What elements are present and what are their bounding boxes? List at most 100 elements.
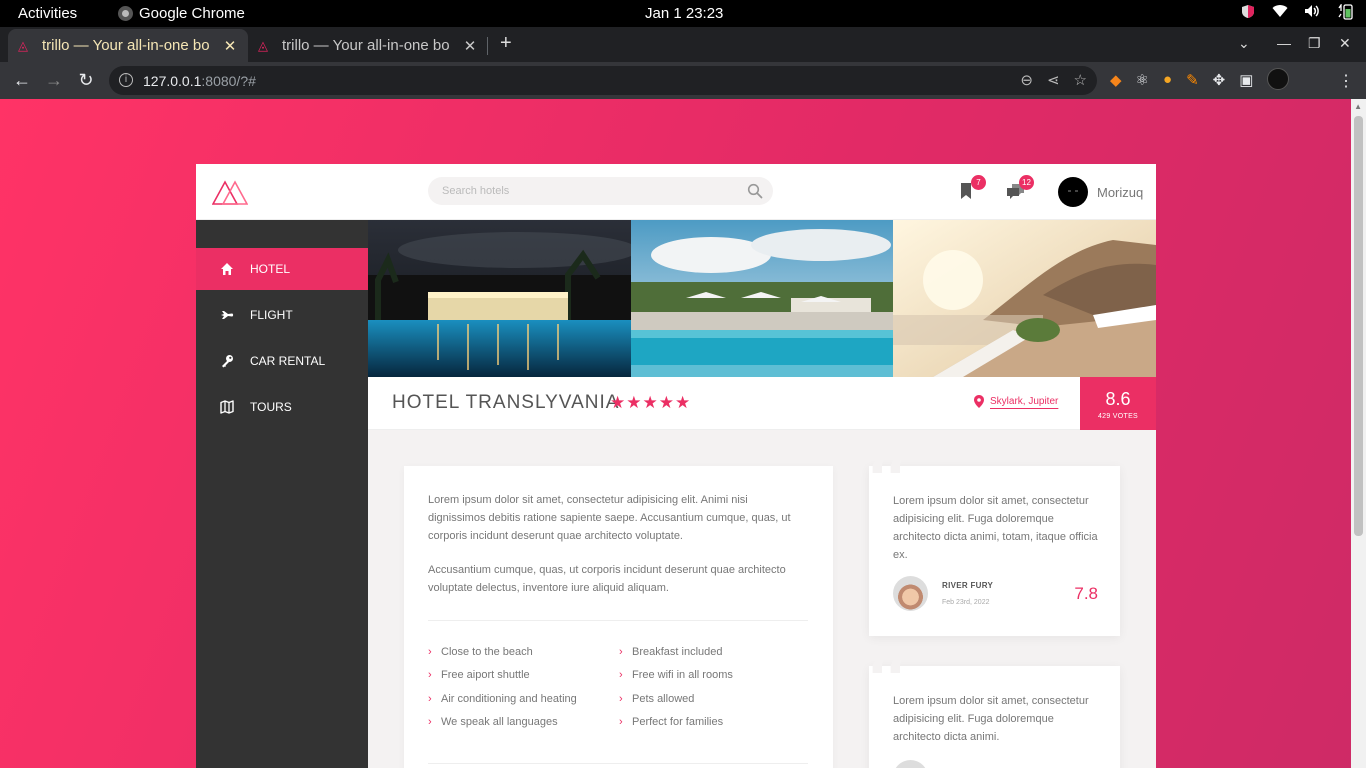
back-icon[interactable]: ←	[11, 69, 33, 91]
browser-tab-2[interactable]: ◬ trillo — Your all-in-one bo ✕	[248, 29, 488, 62]
rating-count: 429 VOTES	[1097, 413, 1139, 420]
power-menu-icon	[1336, 2, 1353, 20]
feature-label: We speak all languages	[441, 716, 558, 728]
kebab-menu-icon[interactable]: ⋮	[1338, 71, 1354, 91]
sidebar-item-car-rental[interactable]: CAR RENTAL	[196, 340, 368, 382]
os-top-bar: Activities Google Chrome Jan 1 23:23	[0, 0, 1366, 27]
address-bar-actions: ⊖ ⋖ ☆	[1020, 71, 1087, 89]
divider	[428, 620, 808, 621]
chevron-right-icon: ›	[428, 646, 432, 658]
search-icon[interactable]	[747, 183, 763, 199]
scroll-up-arrow-icon[interactable]: ▲	[1354, 102, 1362, 111]
share-icon[interactable]: ⋖	[1047, 71, 1060, 89]
chrome-icon	[118, 6, 133, 21]
reviewer-photo	[893, 760, 928, 768]
messages-button[interactable]: 12	[1006, 175, 1034, 202]
sidebar-item-flight[interactable]: FLIGHT	[196, 294, 368, 336]
chevron-right-icon: ›	[428, 693, 432, 705]
forward-icon[interactable]: →	[43, 69, 65, 91]
feature-item: › Breakfast included	[619, 646, 723, 658]
react-devtools-icon[interactable]: ⚛	[1136, 71, 1149, 90]
review-card: “ Lorem ipsum dolor sit amet, consectetu…	[865, 642, 1120, 768]
close-tab-icon[interactable]: ✕	[222, 37, 238, 55]
new-tab-icon[interactable]: +	[500, 33, 512, 53]
chevron-right-icon: ›	[619, 669, 623, 681]
browser-tab-1[interactable]: ◬ trillo — Your all-in-one bo ✕	[8, 29, 248, 62]
tab-title: trillo — Your all-in-one bo	[282, 37, 450, 54]
extension-icon[interactable]: ●	[1163, 71, 1172, 90]
shield-icon	[1240, 4, 1256, 20]
review-date: Feb 23rd, 2022	[942, 599, 990, 606]
review-rating: 7.8	[1074, 583, 1098, 603]
search-input[interactable]	[442, 182, 732, 200]
chevron-right-icon: ›	[428, 669, 432, 681]
zoom-icon[interactable]: ⊖	[1020, 71, 1033, 89]
user-name: Morizuq	[1097, 184, 1144, 200]
gallery-photo-night-pool[interactable]	[368, 220, 631, 377]
sidebar-item-hotel[interactable]: HOTEL	[196, 248, 368, 290]
address-bar[interactable]: i 127.0.0.1:8080/?# ⊖ ⋖ ☆	[109, 66, 1097, 95]
overall-rating-badge: 8.6 429 VOTES	[1080, 377, 1156, 430]
reload-icon[interactable]: ↻	[75, 69, 97, 91]
hotel-gallery	[368, 220, 1157, 377]
scrollbar-thumb[interactable]	[1354, 116, 1363, 536]
close-tab-icon[interactable]: ✕	[462, 37, 478, 55]
map-icon	[220, 400, 234, 414]
reviewer-info: River Fury Feb 23rd, 2022	[942, 581, 1074, 606]
location-link[interactable]: Skylark, Jupiter	[990, 396, 1058, 407]
feature-label: Air conditioning and heating	[441, 693, 577, 705]
clock[interactable]: Jan 1 23:23	[645, 5, 723, 22]
maximize-icon[interactable]: ❐	[1308, 35, 1321, 52]
active-app-name: Google Chrome	[139, 5, 245, 22]
tab-search-chevron-icon[interactable]: ⌄	[1238, 35, 1250, 52]
review-text: Lorem ipsum dolor sit amet, consectetur …	[893, 495, 1098, 561]
tab-title: trillo — Your all-in-one bo	[42, 37, 210, 54]
minimize-icon[interactable]: —	[1277, 35, 1291, 51]
metamask-icon[interactable]: ◆	[1110, 71, 1122, 90]
volume-icon	[1304, 4, 1320, 20]
chat-count-badge: 12	[1019, 175, 1034, 190]
trillo-favicon-icon: ◬	[258, 37, 268, 53]
tab-separator	[487, 37, 488, 55]
gallery-photo-seaside-terrace[interactable]	[893, 220, 1157, 377]
url-host: 127.0.0.1	[143, 73, 202, 89]
extensions-bar: ◆ ⚛ ● ✎ ✥ ▣	[1110, 68, 1290, 90]
trillo-app: 7 12 Morizuq HOTEL FLIGHT CAR	[196, 164, 1157, 768]
trillo-logo-icon[interactable]	[212, 178, 248, 206]
browser-toolbar: ← → ↻ i 127.0.0.1:8080/?# ⊖ ⋖ ☆ ◆ ⚛ ● ✎ …	[0, 62, 1366, 99]
aircraft-icon	[221, 311, 234, 319]
description-card: Lorem ipsum dolor sit amet, consectetur …	[404, 466, 833, 768]
reviewer	[893, 760, 1098, 768]
bookmarks-button[interactable]: 7	[958, 175, 986, 202]
system-tray[interactable]	[1240, 2, 1353, 20]
user-menu[interactable]: Morizuq	[1058, 177, 1143, 207]
activities-button[interactable]: Activities	[18, 5, 77, 22]
user-avatar	[1058, 177, 1088, 207]
active-app-indicator[interactable]: Google Chrome	[118, 5, 245, 22]
hotel-name: HOTEL TRANSLYVANIA	[392, 392, 620, 413]
description-paragraph: Lorem ipsum dolor sit amet, consectetur …	[428, 494, 791, 542]
feature-label: Close to the beach	[441, 646, 533, 658]
gallery-photo-day-pool[interactable]	[630, 220, 894, 377]
close-window-icon[interactable]: ✕	[1339, 35, 1351, 52]
side-panel-icon[interactable]: ▣	[1239, 71, 1253, 90]
sidebar-item-label: CAR RENTAL	[250, 354, 326, 368]
chevron-right-icon: ›	[619, 716, 623, 728]
star-rating-icon: ★★★★★	[610, 393, 692, 412]
feature-label: Breakfast included	[632, 646, 723, 658]
sidebar-item-label: FLIGHT	[250, 308, 293, 322]
site-info-icon[interactable]: i	[119, 73, 133, 87]
divider	[428, 763, 808, 764]
chevron-right-icon: ›	[619, 693, 623, 705]
puzzle-icon[interactable]: ✥	[1213, 71, 1226, 90]
location-pin-icon	[974, 395, 984, 408]
sidebar: HOTEL FLIGHT CAR RENTAL TOURS	[196, 220, 368, 768]
bookmark-count-badge: 7	[971, 175, 986, 190]
feature-item: › Close to the beach	[428, 646, 533, 658]
profile-avatar[interactable]	[1267, 68, 1290, 90]
url-text[interactable]: 127.0.0.1:8080/?#	[143, 73, 256, 89]
url-path: :8080/?#	[201, 73, 256, 89]
bookmark-star-icon[interactable]: ☆	[1074, 71, 1087, 89]
color-picker-icon[interactable]: ✎	[1186, 71, 1199, 90]
sidebar-item-tours[interactable]: TOURS	[196, 386, 368, 428]
